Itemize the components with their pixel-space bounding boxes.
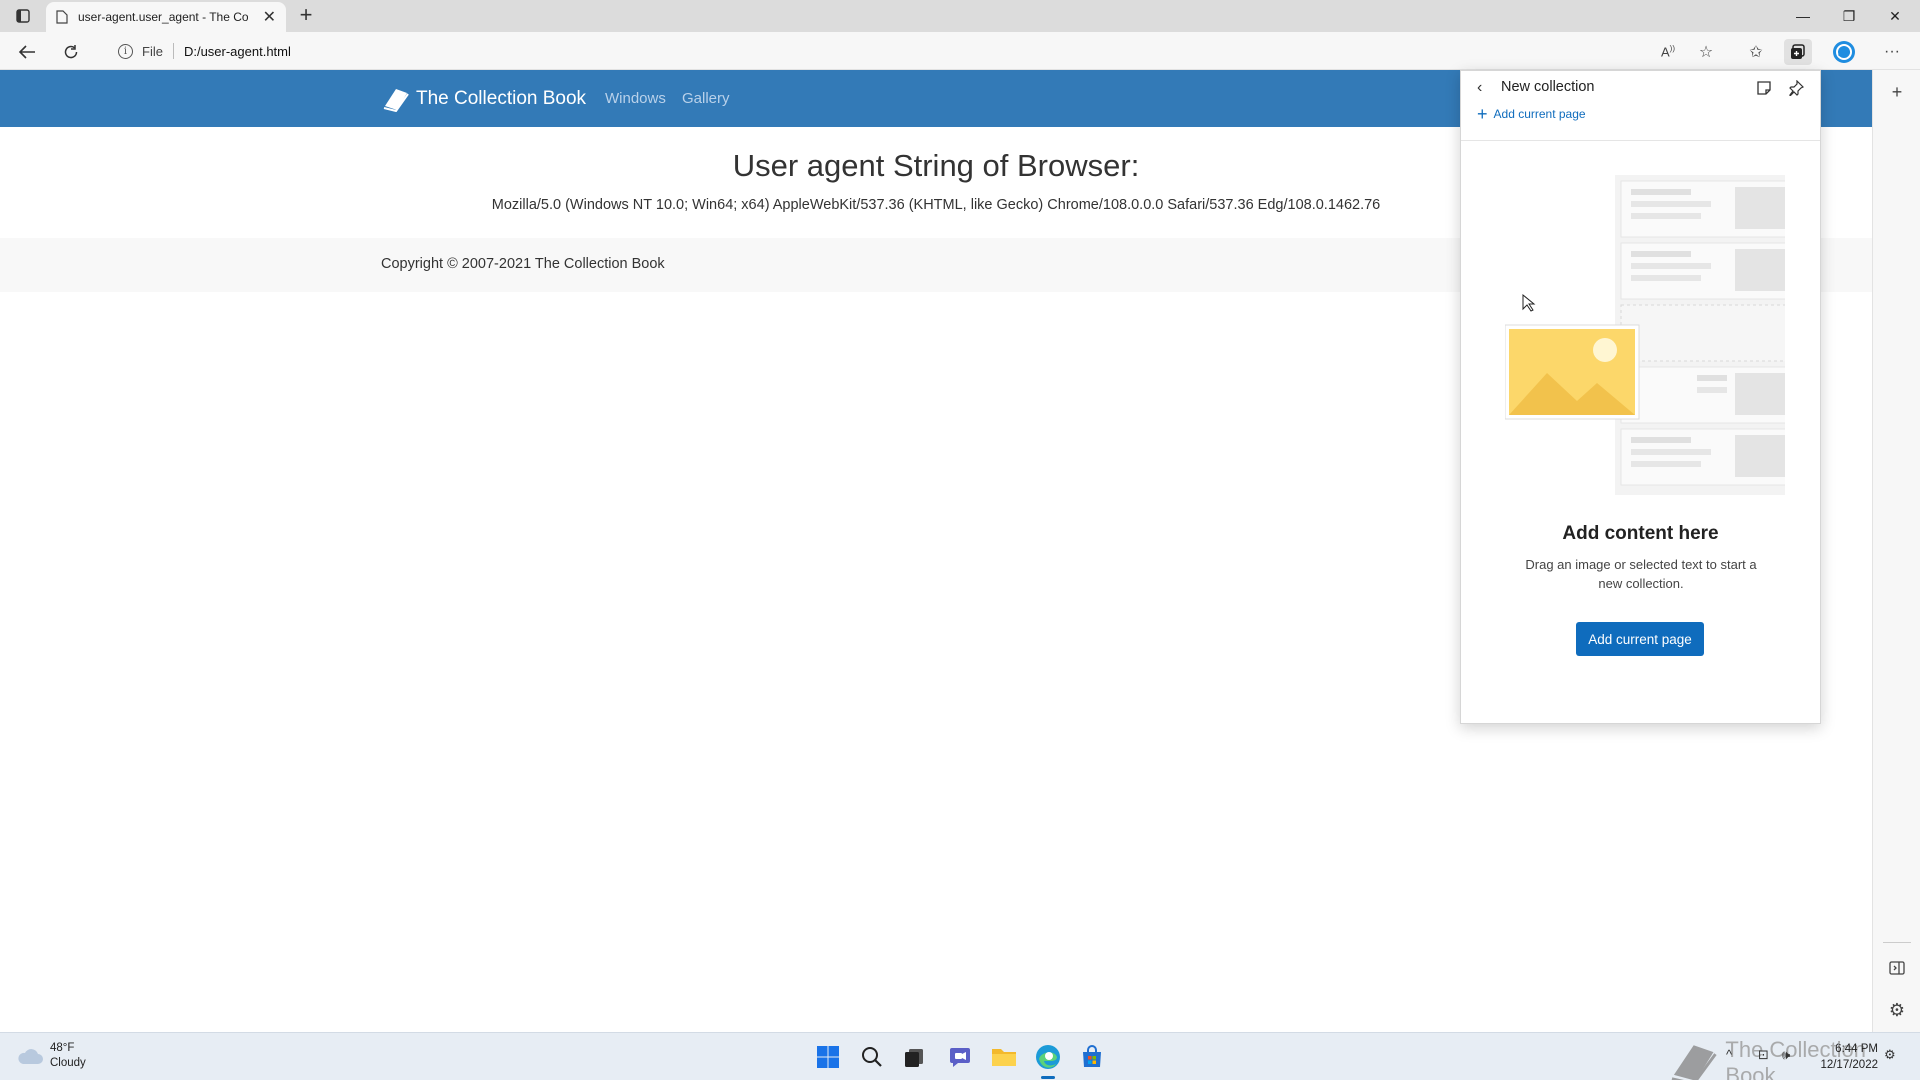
watermark-book-icon <box>1671 1045 1717 1080</box>
empty-state-description: Drag an image or selected text to start … <box>1525 557 1757 591</box>
volume-icon[interactable]: 🕪 <box>1782 1047 1790 1063</box>
collections-panel: ‹ New collection + Add current page Add … <box>1460 70 1821 724</box>
collections-icon <box>1791 44 1805 59</box>
sidebar-add-button[interactable]: + <box>1885 80 1909 104</box>
restore-button[interactable]: ❐ <box>1826 0 1872 32</box>
task-view-button[interactable] <box>900 1043 928 1071</box>
collections-button[interactable] <box>1784 39 1812 65</box>
info-icon[interactable]: i <box>118 43 133 59</box>
active-app-indicator <box>1041 1076 1055 1079</box>
edge-taskbar-button[interactable] <box>1034 1043 1062 1071</box>
chat-icon <box>950 1048 970 1067</box>
back-button[interactable] <box>14 39 40 65</box>
store-icon <box>1083 1045 1101 1067</box>
favorites-button[interactable]: ✩ <box>1742 39 1770 65</box>
watermark: The Collection Book <box>1668 1037 1920 1080</box>
tab-actions-icon <box>16 9 30 23</box>
start-button[interactable] <box>814 1043 842 1071</box>
favorites-icon: ✩ <box>1749 44 1763 61</box>
weather-condition: Cloudy <box>50 1057 86 1069</box>
back-arrow-icon <box>18 45 35 59</box>
collections-header: ‹ New collection + Add current page <box>1461 71 1820 141</box>
minimize-button[interactable]: — <box>1780 0 1826 32</box>
empty-collection-illustration <box>1505 175 1785 495</box>
copyright-text: Copyright © 2007-2021 The Collection Boo… <box>381 256 665 272</box>
add-current-page-link[interactable]: + Add current page <box>1477 104 1586 124</box>
task-view-icon <box>905 1049 923 1067</box>
close-tab-icon[interactable]: ✕ <box>263 7 276 27</box>
weather-temperature: 48°F <box>50 1042 75 1054</box>
search-button[interactable] <box>858 1043 886 1071</box>
new-tab-button[interactable]: + <box>294 4 318 28</box>
address-separator <box>172 43 174 59</box>
edge-sidebar: + ⚙ <box>1872 70 1920 1032</box>
show-hidden-icons-button[interactable]: ^ <box>1726 1047 1732 1062</box>
weather-widget[interactable]: 48°F Cloudy <box>16 1041 86 1071</box>
site-brand[interactable]: The Collection Book <box>382 86 586 112</box>
read-aloud-icon: A)) <box>1661 44 1675 60</box>
address-protocol: File <box>142 43 163 59</box>
page-icon <box>56 10 68 24</box>
more-menu-button[interactable]: ··· <box>1878 39 1906 65</box>
more-icon: ··· <box>1884 43 1900 60</box>
tab-strip: user-agent.user_agent - The Collection B… <box>0 0 1920 32</box>
search-icon <box>862 1047 882 1067</box>
plus-icon: + <box>1477 104 1488 124</box>
windows-taskbar: 48°F Cloudy The Collection Book ^ ⊡ 🕪 6:… <box>0 1032 1920 1080</box>
nav-link-gallery[interactable]: Gallery <box>682 90 730 107</box>
clock-time: 6:44 PM <box>1835 1043 1878 1055</box>
brand-name: The Collection Book <box>416 88 587 109</box>
sidebar-settings-button[interactable]: ⚙ <box>1885 998 1909 1022</box>
folder-icon <box>992 1049 1016 1066</box>
windows-logo-icon <box>817 1046 839 1068</box>
system-clock[interactable]: 6:44 PM 12/17/2022 <box>1820 1041 1878 1073</box>
file-explorer-button[interactable] <box>990 1043 1018 1071</box>
clock-date: 12/17/2022 <box>1820 1059 1878 1071</box>
add-current-page-link-label: Add current page <box>1493 107 1586 121</box>
tab-actions-button[interactable] <box>10 6 36 26</box>
tab-title: user-agent.user_agent - The Collection B… <box>78 10 248 24</box>
address-url[interactable]: D:/user-agent.html <box>184 44 291 59</box>
profile-avatar-icon <box>1833 41 1855 63</box>
pin-icon[interactable] <box>1785 77 1807 99</box>
sidebar-divider <box>1883 942 1911 943</box>
gear-icon: ⚙ <box>1888 999 1906 1020</box>
refresh-icon <box>64 45 78 59</box>
notifications-icon[interactable]: ⚙ <box>1884 1047 1896 1063</box>
network-icon[interactable]: ⊡ <box>1758 1047 1769 1063</box>
hide-sidebar-icon <box>1889 961 1905 975</box>
close-window-button[interactable]: ✕ <box>1872 0 1918 32</box>
hide-sidebar-button[interactable] <box>1885 956 1909 980</box>
add-favorite-button[interactable]: ☆ <box>1692 39 1720 65</box>
collection-title[interactable]: New collection <box>1501 79 1595 95</box>
teams-chat-button[interactable] <box>946 1043 974 1071</box>
add-note-icon[interactable] <box>1753 77 1775 99</box>
store-button[interactable] <box>1078 1043 1106 1071</box>
empty-state-title: Add content here <box>1562 523 1719 544</box>
navigation-bar: i File D:/user-agent.html A)) ☆ ✩ ··· <box>0 32 1920 70</box>
plus-icon: + <box>1891 81 1903 102</box>
star-add-icon: ☆ <box>1698 44 1714 61</box>
refresh-button[interactable] <box>58 39 84 65</box>
add-current-page-button[interactable]: Add current page <box>1576 622 1704 656</box>
profile-button[interactable] <box>1830 39 1858 65</box>
cloud-icon <box>18 1049 43 1064</box>
address-bar[interactable]: i File D:/user-agent.html <box>104 37 1664 65</box>
active-tab[interactable]: user-agent.user_agent - The Collection B… <box>46 2 286 32</box>
collections-back-icon[interactable]: ‹ <box>1477 79 1482 97</box>
book-logo-icon <box>383 89 409 112</box>
read-aloud-button[interactable]: A)) <box>1654 39 1682 65</box>
edge-browser-icon <box>1036 1045 1060 1069</box>
nav-link-windows[interactable]: Windows <box>605 90 666 107</box>
